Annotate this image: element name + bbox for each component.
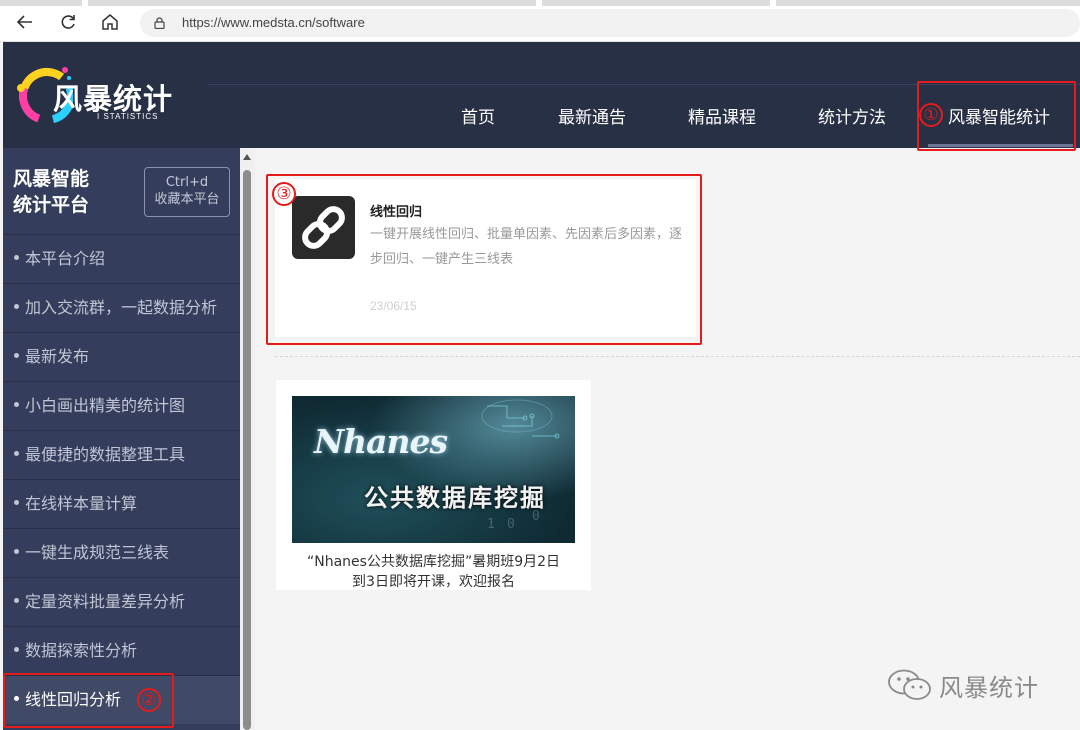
article-card[interactable]: 线性回归 一键开展线性回归、批量单因素、先因素后多因素，逐步回归、一键产生三线表… xyxy=(275,179,696,337)
watermark-text: 风暴统计 xyxy=(939,674,1039,702)
refresh-icon[interactable] xyxy=(58,12,78,32)
sidebar-item-join-group[interactable]: 加入交流群，一起数据分析 xyxy=(3,283,240,332)
promo-card[interactable]: 100 Nhanes 公共数据库挖掘 “Nhanes公共数据库挖掘”暑期班9月2… xyxy=(276,380,591,590)
link-icon xyxy=(292,196,355,259)
section-divider xyxy=(275,356,1080,357)
sidebar-title: 风暴智能 统计平台 xyxy=(13,166,89,218)
scroll-up-icon[interactable] xyxy=(243,154,251,160)
sidebar-item-three-line-table[interactable]: 一键生成规范三线表 xyxy=(3,528,240,577)
circuit-decoration-icon: 1 00 xyxy=(481,399,560,532)
sidebar-item-latest[interactable]: 最新发布 xyxy=(3,332,240,381)
scrollbar-thumb[interactable] xyxy=(243,170,251,730)
sidebar-title-line1: 风暴智能 xyxy=(13,168,90,190)
svg-text:0: 0 xyxy=(507,517,515,532)
sidebar-item-intro[interactable]: 本平台介绍 xyxy=(3,234,240,283)
address-bar[interactable]: https://www.medsta.cn/software xyxy=(140,9,1080,37)
bookmark-button[interactable]: Ctrl+d 收藏本平台 xyxy=(144,167,230,217)
browser-tab[interactable] xyxy=(0,0,82,6)
sidebar-item-label: 数据探索性分析 xyxy=(25,641,138,660)
bullet-icon xyxy=(14,598,19,603)
promo-caption-line2: 到3日即将开课，欢迎报名 xyxy=(352,574,515,590)
browser-tab[interactable] xyxy=(88,0,536,6)
article-title[interactable]: 线性回归 xyxy=(370,201,422,220)
promo-caption-line1: “Nhanes公共数据库挖掘”暑期班9月2日 xyxy=(306,554,561,570)
site-header: 风暴统计 I STATISTICS 首页 最新通告 精品课程 统计方法 风暴智能… xyxy=(3,42,1080,148)
site-logo[interactable]: 风暴统计 I STATISTICS xyxy=(13,54,203,134)
sidebar-menu: 本平台介绍 加入交流群，一起数据分析 最新发布 小白画出精美的统计图 最便捷的数… xyxy=(3,234,240,724)
sidebar-item-label: 最便捷的数据整理工具 xyxy=(25,445,186,464)
sidebar-item-label: 线性回归分析 xyxy=(25,690,122,709)
sidebar-item-label: 小白画出精美的统计图 xyxy=(25,396,186,415)
svg-text:1: 1 xyxy=(487,517,495,532)
sidebar-item-label: 在线样本量计算 xyxy=(25,494,138,513)
promo-image-subtitle: 公共数据库挖掘 xyxy=(364,484,546,512)
annotation-number-2: ② xyxy=(137,688,161,712)
url-text[interactable]: https://www.medsta.cn/software xyxy=(182,15,365,30)
bullet-icon xyxy=(14,549,19,554)
nav-smart-statistics[interactable]: 风暴智能统计 xyxy=(948,103,1050,128)
nav-methods[interactable]: 统计方法 xyxy=(818,103,886,128)
sidebar-item-label: 一键生成规范三线表 xyxy=(25,543,170,562)
annotation-number-3: ③ xyxy=(272,182,296,206)
sidebar-item-label: 定量资料批量差异分析 xyxy=(25,592,186,611)
browser-tab[interactable] xyxy=(542,0,770,6)
sidebar-item-exploratory[interactable]: 数据探索性分析 xyxy=(3,626,240,675)
watermark: 风暴统计 xyxy=(887,667,1062,702)
nav-home[interactable]: 首页 xyxy=(461,103,495,128)
sidebar-item-label: 加入交流群，一起数据分析 xyxy=(25,298,218,317)
logo-subtitle: I STATISTICS xyxy=(97,112,159,121)
sidebar-item-charts[interactable]: 小白画出精美的统计图 xyxy=(3,381,240,430)
annotation-number-1: ① xyxy=(919,103,943,127)
header-divider xyxy=(208,84,1080,85)
sidebar: 风暴智能 统计平台 Ctrl+d 收藏本平台 本平台介绍 加入交流群，一起数据分… xyxy=(3,148,240,730)
bullet-icon xyxy=(14,402,19,407)
sidebar-item-label: 最新发布 xyxy=(25,347,90,366)
bullet-icon xyxy=(14,500,19,505)
bullet-icon xyxy=(14,647,19,652)
main-content: 线性回归 一键开展线性回归、批量单因素、先因素后多因素，逐步回归、一键产生三线表… xyxy=(255,148,1080,730)
promo-banner-image[interactable]: 100 Nhanes 公共数据库挖掘 xyxy=(292,396,575,543)
browser-tab[interactable] xyxy=(776,0,1080,6)
browser-toolbar: https://www.medsta.cn/software xyxy=(0,0,1080,42)
nav-courses[interactable]: 精品课程 xyxy=(688,103,756,128)
sidebar-scrollbar[interactable] xyxy=(240,148,255,730)
lock-icon[interactable] xyxy=(154,17,165,29)
wechat-icon xyxy=(888,669,931,700)
promo-image-title: Nhanes xyxy=(314,422,448,461)
bullet-icon xyxy=(14,696,19,701)
bookmark-shortcut: Ctrl+d xyxy=(165,175,209,190)
sidebar-item-data-tools[interactable]: 最便捷的数据整理工具 xyxy=(3,430,240,479)
article-description: 一键开展线性回归、批量单因素、先因素后多因素，逐步回归、一键产生三线表 xyxy=(370,227,683,267)
article-date: 23/06/15 xyxy=(370,299,417,313)
bookmark-label: 收藏本平台 xyxy=(154,192,220,207)
sidebar-item-sample-size[interactable]: 在线样本量计算 xyxy=(3,479,240,528)
sidebar-item-difference-analysis[interactable]: 定量资料批量差异分析 xyxy=(3,577,240,626)
sidebar-item-linear-regression[interactable]: 线性回归分析 xyxy=(3,675,240,724)
sidebar-item-label: 本平台介绍 xyxy=(25,249,106,268)
bullet-icon xyxy=(14,451,19,456)
bullet-icon xyxy=(14,353,19,358)
back-arrow-icon[interactable] xyxy=(15,12,35,32)
promo-caption[interactable]: “Nhanes公共数据库挖掘”暑期班9月2日 到3日即将开课，欢迎报名 xyxy=(290,552,577,592)
nav-active-indicator xyxy=(928,144,1073,147)
home-icon[interactable] xyxy=(100,12,120,32)
sidebar-title-line2: 统计平台 xyxy=(13,194,90,216)
bullet-icon xyxy=(14,304,19,309)
nav-announcements[interactable]: 最新通告 xyxy=(558,103,626,128)
bullet-icon xyxy=(14,255,19,260)
